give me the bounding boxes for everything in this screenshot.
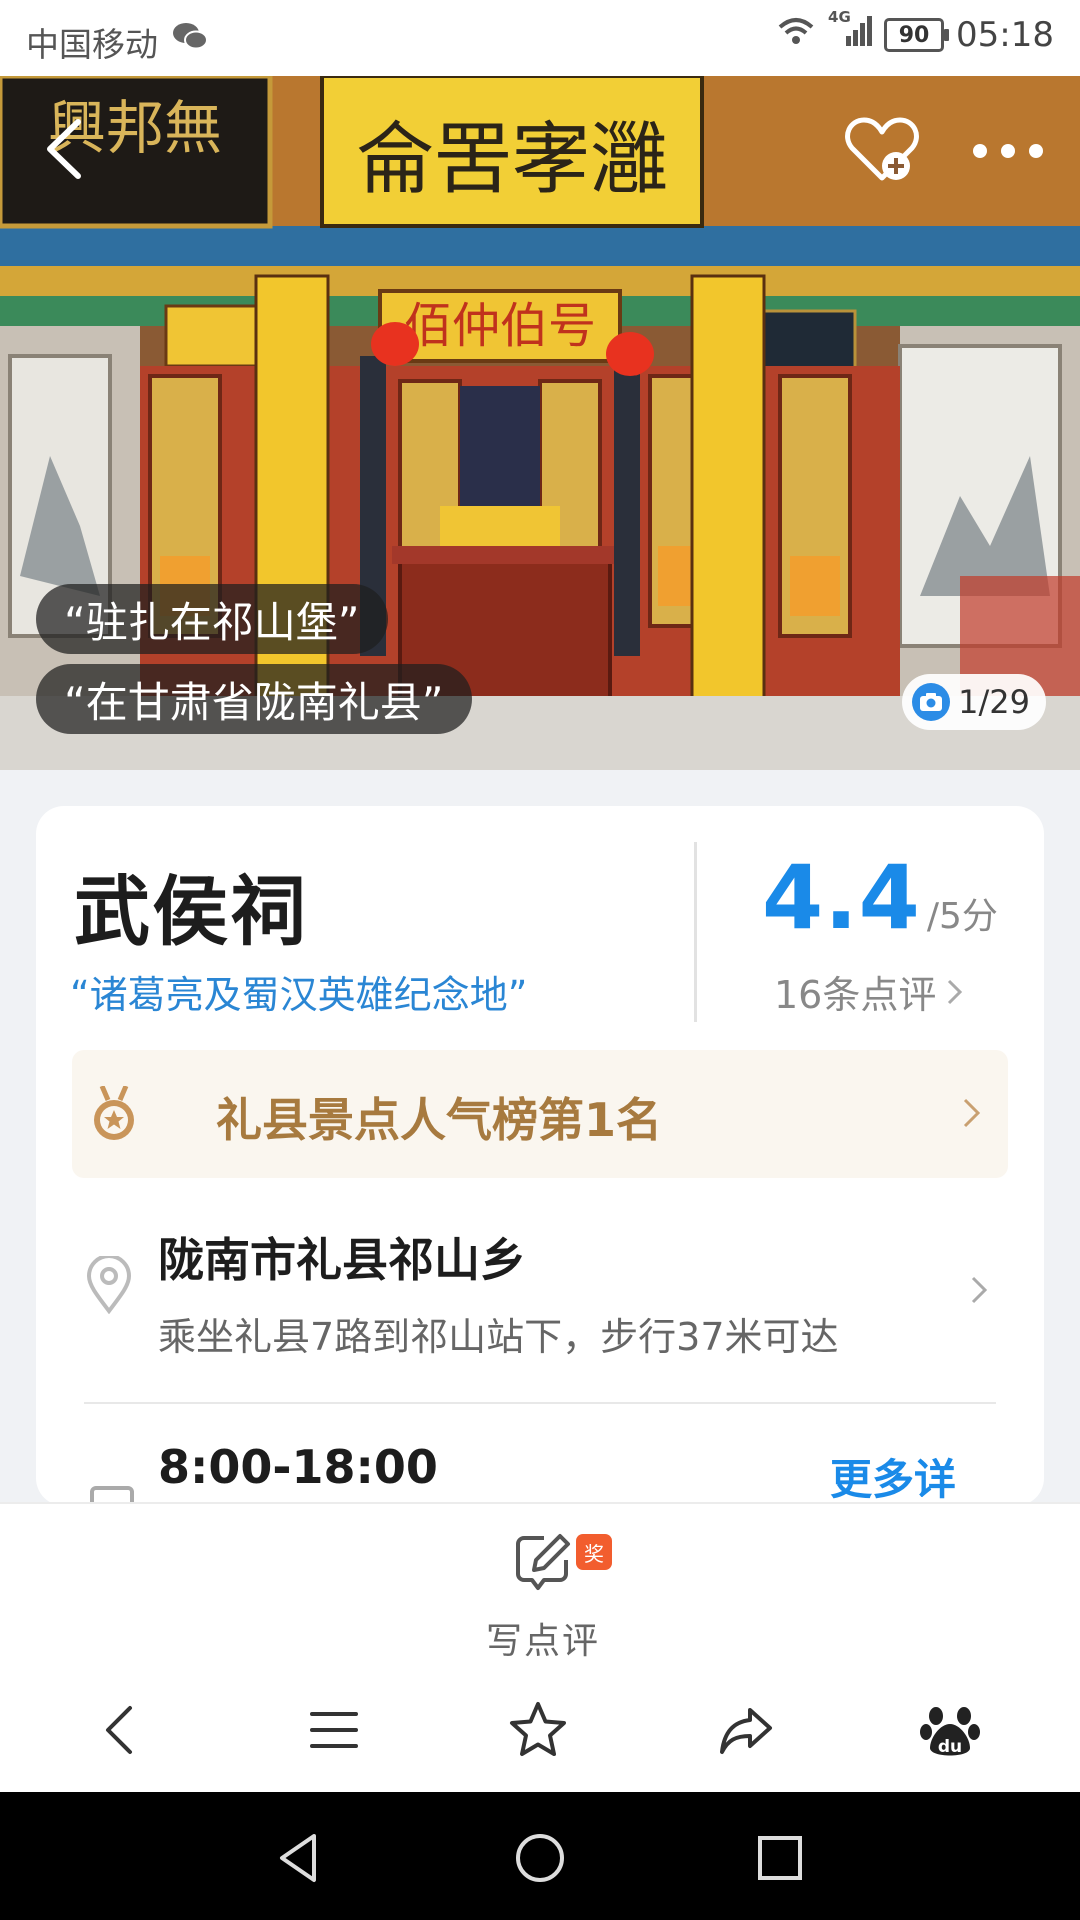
plaque-text: 佰仲伯号 bbox=[404, 298, 596, 354]
rank-label: 礼县景点人气榜第1名 bbox=[216, 1093, 663, 1147]
nav-recents-icon[interactable] bbox=[748, 1826, 812, 1890]
address-text: 陇南市礼县祁山乡 bbox=[158, 1233, 526, 1287]
write-review-bar: 奖 写点评 bbox=[0, 1502, 1080, 1670]
hero-tag: “驻扎在祁山堡” bbox=[36, 584, 388, 654]
clock: 05:18 bbox=[956, 15, 1054, 55]
divider bbox=[84, 1402, 996, 1404]
more-options-icon[interactable] bbox=[970, 136, 1050, 166]
signal-icon: 4G bbox=[828, 8, 873, 56]
back-arrow-icon[interactable] bbox=[36, 114, 96, 184]
more-details-link[interactable]: 更多详 bbox=[830, 1446, 956, 1506]
carrier-name: 中国移动 bbox=[26, 25, 158, 64]
review-count: 16条点评 bbox=[774, 973, 937, 1017]
write-review-button[interactable]: 奖 写点评 bbox=[470, 1522, 612, 1662]
popularity-rank-banner[interactable]: 礼县景点人气榜第1名 bbox=[72, 1050, 1008, 1178]
write-review-label: 写点评 bbox=[486, 1621, 601, 1662]
browser-toolbar: du bbox=[0, 1668, 1080, 1792]
status-bar: 中国移动 4G 90 05:18 bbox=[0, 0, 1080, 76]
edit-icon bbox=[516, 1534, 570, 1590]
chevron-right-icon bbox=[971, 1276, 988, 1304]
location-pin-icon bbox=[86, 1256, 132, 1314]
svg-text:du: du bbox=[938, 1737, 962, 1757]
back-icon[interactable] bbox=[88, 1698, 152, 1762]
nav-back-icon[interactable] bbox=[268, 1826, 332, 1890]
transit-info: 乘坐礼县7路到祁山站下，步行37米可达 bbox=[158, 1315, 839, 1359]
android-nav-bar bbox=[0, 1792, 1080, 1920]
photo-count-text: 1/29 bbox=[958, 683, 1030, 721]
review-count-link[interactable]: 16条点评 bbox=[774, 964, 964, 1019]
star-icon[interactable] bbox=[506, 1698, 570, 1762]
photo-counter[interactable]: 1/29 bbox=[902, 674, 1046, 730]
poi-tagline: “诸葛亮及蜀汉英雄纪念地” bbox=[70, 973, 528, 1017]
medal-icon bbox=[94, 1086, 134, 1140]
rating-unit: /5分 bbox=[926, 896, 998, 937]
poi-title: 武侯祠 bbox=[74, 867, 308, 956]
camera-icon bbox=[912, 683, 951, 721]
opening-hours: 8:00-18:00 bbox=[158, 1440, 438, 1494]
hero-tag: “在甘肃省陇南礼县” bbox=[36, 664, 472, 734]
reward-badge: 奖 bbox=[576, 1534, 612, 1570]
share-icon[interactable] bbox=[714, 1698, 778, 1762]
nav-home-icon[interactable] bbox=[508, 1826, 572, 1890]
banner-text: 侖罟宯灉 bbox=[356, 115, 668, 205]
address-row[interactable]: 陇南市礼县祁山乡 乘坐礼县7路到祁山站下，步行37米可达 bbox=[36, 1202, 1044, 1386]
baidu-paw-icon[interactable]: du bbox=[918, 1698, 982, 1762]
menu-icon[interactable] bbox=[302, 1698, 366, 1762]
rating: 4.4 /5分 bbox=[762, 846, 998, 949]
network-type: 4G bbox=[828, 8, 851, 26]
battery-indicator: 90 bbox=[884, 18, 950, 52]
chevron-right-icon bbox=[948, 979, 963, 1004]
wechat-icon bbox=[172, 20, 208, 59]
divider bbox=[694, 842, 697, 1022]
wifi-icon bbox=[776, 15, 816, 55]
rating-score: 4.4 bbox=[762, 846, 921, 949]
poi-info-card: 武侯祠 “诸葛亮及蜀汉英雄纪念地” 4.4 /5分 16条点评 礼县景点人气榜第… bbox=[36, 806, 1044, 1506]
hero-photo[interactable]: 侖罟宯灉 興邦無 佰仲伯号 “驻扎在祁山堡” “在甘肃省陇南礼县” 1/29 bbox=[0, 76, 1080, 770]
favorite-add-icon[interactable] bbox=[842, 110, 922, 190]
chevron-right-icon bbox=[963, 1098, 981, 1128]
